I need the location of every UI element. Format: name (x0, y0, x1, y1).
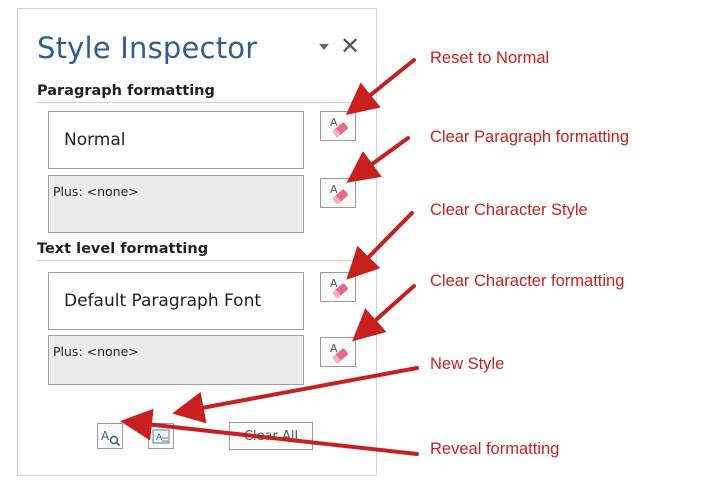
close-icon[interactable]: ✕ (340, 34, 360, 58)
text-plus-box[interactable]: Plus: <none> (48, 335, 304, 385)
paragraph-formatting-heading: Paragraph formatting (37, 83, 375, 103)
text-style-value: Default Paragraph Font (64, 291, 262, 311)
text-style-box[interactable]: Default Paragraph Font (48, 272, 304, 330)
paragraph-plus-value: Plus: <none> (53, 184, 139, 199)
svg-text:A: A (330, 342, 338, 355)
clear-character-formatting-button[interactable]: A (320, 337, 356, 367)
annotation-new-style: New Style (430, 355, 505, 373)
paragraph-style-box[interactable]: Normal (48, 111, 304, 169)
eraser-icon: A (330, 116, 348, 137)
svg-text:A: A (330, 277, 338, 290)
svg-text:A: A (156, 433, 163, 443)
clear-paragraph-formatting-button[interactable]: A (320, 178, 356, 208)
clear-character-style-button[interactable]: A (320, 272, 356, 302)
paragraph-style-value: Normal (64, 130, 126, 150)
eraser-icon: A (330, 183, 348, 204)
style-inspector-pane: Style Inspector ✕ Paragraph formatting N… (17, 8, 377, 476)
eraser-icon: A (330, 277, 348, 298)
annotation-clear-character-formatting: Clear Character formatting (430, 272, 625, 290)
svg-text:A: A (330, 116, 338, 129)
eraser-icon: A (330, 342, 348, 363)
text-level-formatting-heading: Text level formatting (37, 241, 369, 261)
text-plus-value: Plus: <none> (53, 344, 139, 359)
reveal-formatting-button[interactable]: A (97, 423, 123, 449)
chevron-down-icon[interactable] (319, 44, 329, 50)
new-style-icon: A (152, 429, 170, 444)
new-style-button[interactable]: A (148, 423, 174, 449)
clear-all-button[interactable]: Clear All (229, 422, 313, 450)
annotation-clear-paragraph-formatting: Clear Paragraph formatting (430, 128, 630, 146)
annotation-clear-character-style: Clear Character Style (430, 201, 588, 219)
paragraph-plus-box[interactable]: Plus: <none> (48, 175, 304, 233)
pane-title: Style Inspector (37, 31, 258, 65)
reset-to-normal-button[interactable]: A (320, 111, 356, 141)
annotation-reset-to-normal: Reset to Normal (430, 49, 550, 67)
svg-text:A: A (101, 429, 110, 443)
reveal-formatting-icon: A (101, 429, 121, 447)
svg-text:A: A (330, 183, 338, 196)
annotation-reveal-formatting: Reveal formatting (430, 440, 560, 458)
